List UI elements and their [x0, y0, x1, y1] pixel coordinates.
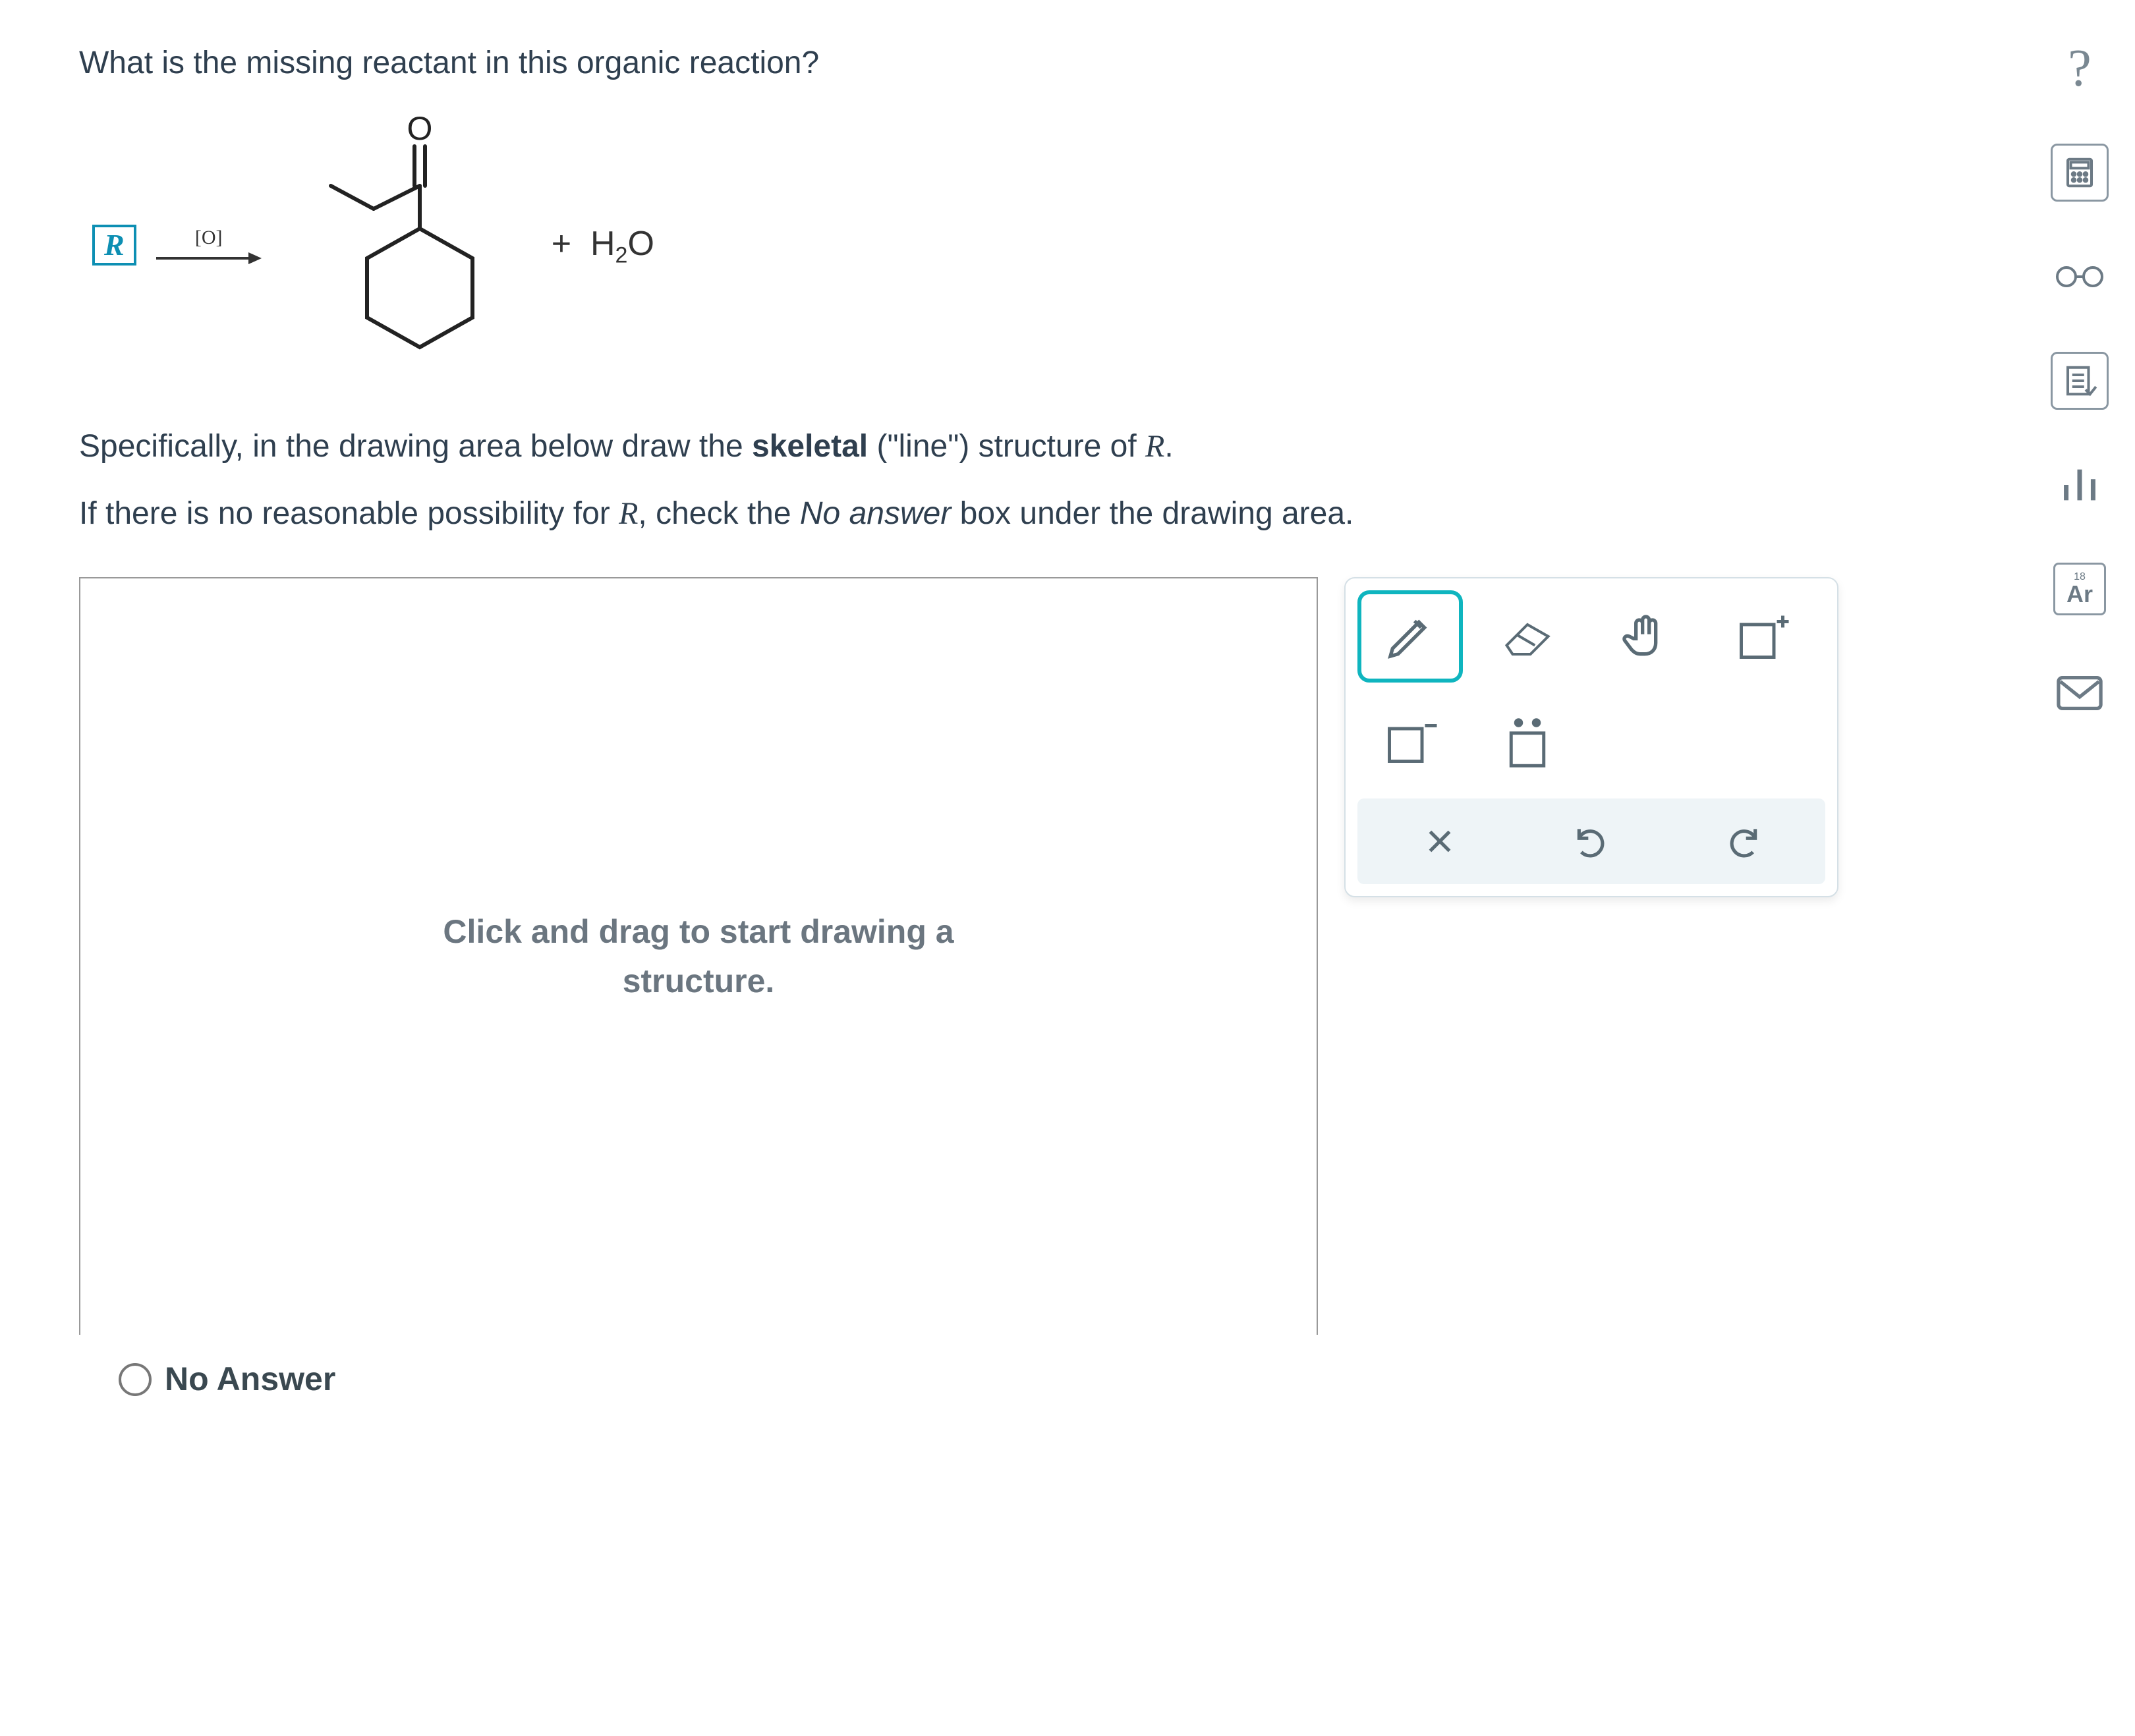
side-toolbar: ? 18 Ar: [2051, 40, 2109, 722]
periodic-table-button[interactable]: 18 Ar: [2051, 560, 2109, 618]
reactant-r-box: R: [92, 225, 136, 266]
glasses-button[interactable]: [2051, 248, 2109, 306]
bar-chart-icon: [2057, 462, 2103, 508]
hand-tool[interactable]: [1592, 590, 1697, 683]
undo-icon: [1573, 823, 1610, 860]
envelope-button[interactable]: [2051, 664, 2109, 722]
drawing-canvas[interactable]: Click and drag to start drawing a struct…: [79, 577, 1318, 1335]
calculator-icon: [2062, 155, 2097, 190]
envelope-icon: [2057, 675, 2103, 711]
pencil-icon: [1384, 610, 1437, 663]
bar-chart-button[interactable]: [2051, 456, 2109, 514]
reaction-arrow: [O]: [156, 223, 262, 268]
charge-plus-icon: [1732, 607, 1792, 666]
no-answer-label: No Answer: [165, 1355, 335, 1404]
drawing-toolbox: [1344, 577, 1838, 897]
reaction-scheme: R [O] O + H2O: [92, 120, 2056, 370]
charge-minus-icon: [1381, 711, 1440, 770]
no-answer-checkbox[interactable]: [119, 1363, 152, 1396]
instruction-line-1: Specifically, in the drawing area below …: [79, 423, 2056, 470]
charge-minus-tool[interactable]: [1357, 694, 1463, 787]
drawing-placeholder: Click and drag to start drawing a struct…: [443, 907, 954, 1006]
redo-button[interactable]: [1713, 812, 1773, 871]
help-button[interactable]: ?: [2051, 40, 2109, 98]
glasses-icon: [2053, 260, 2106, 293]
pencil-tool[interactable]: [1357, 590, 1463, 683]
lone-pair-tool[interactable]: [1475, 694, 1580, 787]
checklist-icon: [2062, 363, 2097, 399]
redo-icon: [1724, 823, 1761, 860]
undo-button[interactable]: [1562, 812, 1621, 871]
close-icon: [1423, 825, 1456, 858]
hand-icon: [1618, 610, 1671, 663]
calculator-button[interactable]: [2051, 144, 2109, 202]
eraser-tool[interactable]: [1475, 590, 1580, 683]
product-molecule: O: [281, 120, 519, 370]
plus-h2o: + H2O: [552, 218, 654, 272]
question-title: What is the missing reactant in this org…: [79, 40, 2056, 87]
instruction-line-2: If there is no reasonable possibility fo…: [79, 490, 2056, 538]
svg-text:O: O: [407, 110, 432, 147]
checklist-button[interactable]: [2051, 352, 2109, 410]
clear-button[interactable]: [1410, 812, 1469, 871]
help-icon: ?: [2068, 39, 2092, 99]
eraser-icon: [1498, 613, 1557, 659]
periodic-table-icon: 18 Ar: [2053, 563, 2106, 615]
lone-pair-icon: [1498, 711, 1557, 770]
charge-plus-tool[interactable]: [1709, 590, 1815, 683]
